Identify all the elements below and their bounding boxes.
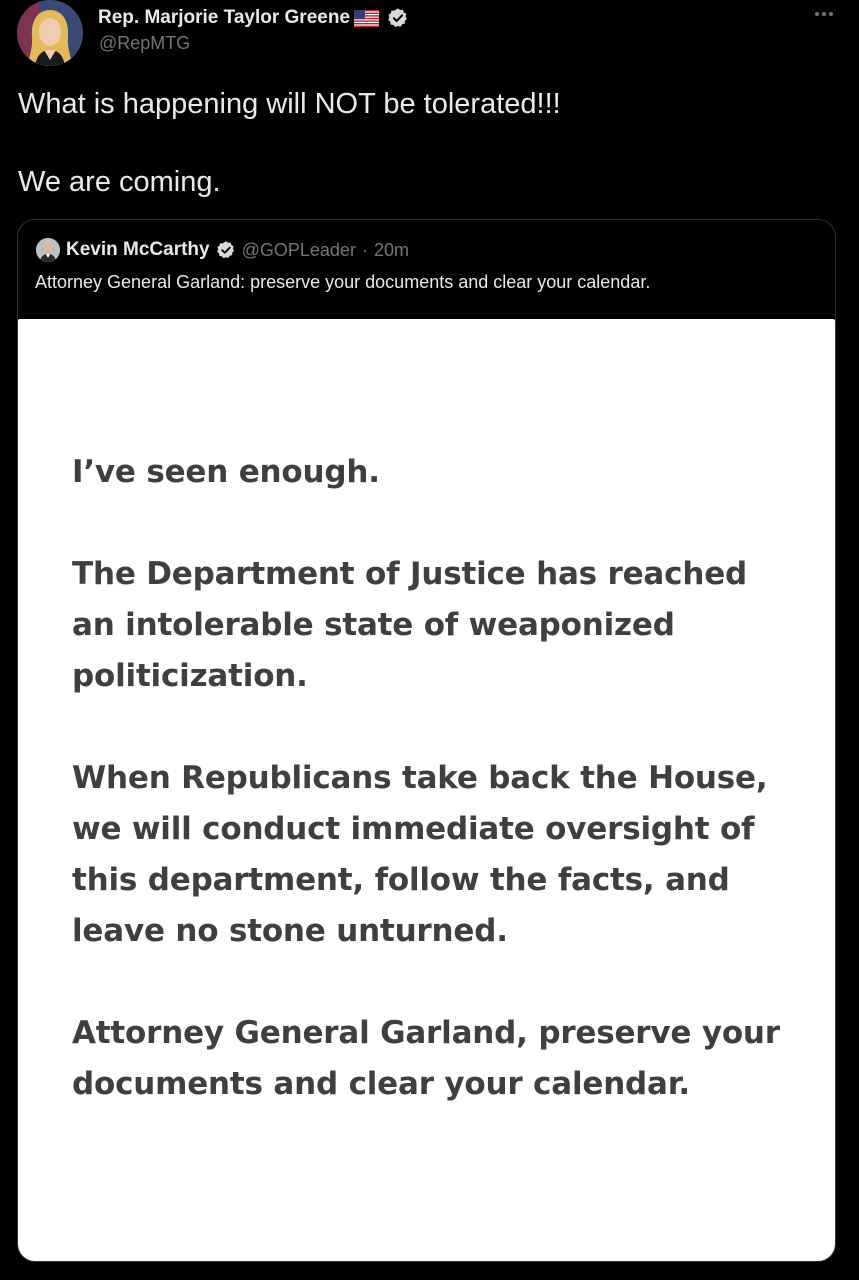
- statement-paragraph: The Department of Justice has reached an…: [72, 556, 748, 694]
- tweet-text-line: We are coming.: [18, 166, 221, 198]
- quote-header: Kevin McCarthy @GOPLeader · 20m: [36, 238, 409, 262]
- author-handle[interactable]: @RepMTG: [99, 33, 190, 54]
- more-icon[interactable]: [811, 4, 837, 24]
- statement-image[interactable]: I’ve seen enough. The Department of Just…: [18, 319, 835, 1261]
- quote-separator: ·: [361, 239, 368, 260]
- quote-author-handle: @GOPLeader: [241, 239, 356, 260]
- author-name[interactable]: Rep. Marjorie Taylor Greene: [98, 7, 350, 29]
- author-name-row[interactable]: Rep. Marjorie Taylor Greene: [98, 6, 409, 30]
- author-avatar[interactable]: [17, 0, 83, 66]
- quote-author-name: Kevin McCarthy: [66, 239, 210, 260]
- verified-icon: [388, 8, 407, 27]
- tweet[interactable]: Rep. Marjorie Taylor Greene @RepMTG What…: [0, 0, 859, 1280]
- quote-timestamp: 20m: [373, 239, 409, 260]
- verified-icon: [216, 241, 234, 259]
- statement-paragraph: I’ve seen enough.: [72, 454, 380, 490]
- quote-avatar: [36, 238, 60, 262]
- quote-tweet[interactable]: Kevin McCarthy @GOPLeader · 20m Attorney…: [17, 219, 836, 1262]
- tweet-text-line: What is happening will NOT be tolerated!…: [18, 88, 561, 120]
- quote-text: Attorney General Garland: preserve your …: [35, 272, 651, 292]
- us-flag-icon: [354, 9, 380, 27]
- statement-paragraph: When Republicans take back the House, we…: [72, 760, 768, 949]
- statement-paragraph: Attorney General Garland, preserve your …: [72, 1015, 780, 1102]
- statement-text: I’ve seen enough. The Department of Just…: [72, 447, 792, 1110]
